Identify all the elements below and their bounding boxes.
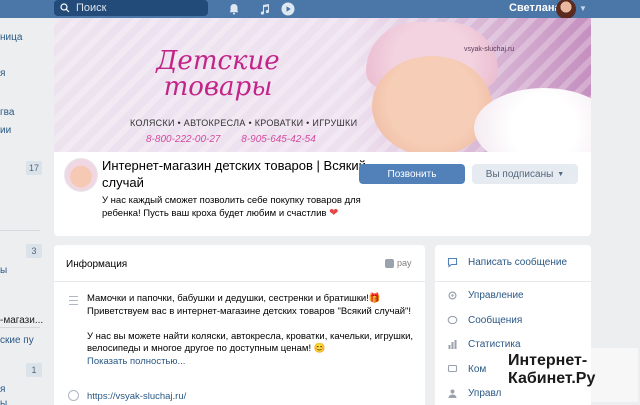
call-button[interactable]: Позвонить: [359, 164, 465, 184]
gear-icon: [448, 291, 457, 300]
menu-item-manage[interactable]: Управление: [447, 290, 524, 301]
show-more-link[interactable]: Показать полностью...: [87, 356, 415, 369]
nav-item[interactable]: ы: [0, 265, 7, 276]
info-heading: Информация: [66, 259, 128, 270]
vk-pay-badge[interactable]: pay: [385, 258, 412, 268]
subscribed-button[interactable]: Вы подписаны ▼: [472, 164, 578, 184]
nav-item[interactable]: ии: [0, 125, 11, 136]
divider: [435, 281, 591, 282]
baby-photo: [372, 56, 492, 152]
vk-icon: [385, 258, 394, 268]
page-title: Интернет-магазин детских товаров | Всяки…: [102, 158, 366, 190]
users-icon: [448, 389, 457, 398]
chevron-down-icon: ▼: [557, 170, 565, 178]
play-icon[interactable]: [280, 1, 296, 17]
user-name[interactable]: Светлана: [509, 2, 561, 14]
nav-item[interactable]: ница: [0, 32, 22, 43]
write-message-button[interactable]: Написать сообщение: [447, 257, 567, 268]
counter-badge: 1: [26, 363, 42, 377]
menu-item-comments[interactable]: Ком: [447, 364, 486, 375]
cover-categories: КОЛЯСКИ • АВТОКРЕСЛА • КРОВАТКИ • ИГРУШК…: [130, 118, 358, 128]
divider: [54, 281, 425, 282]
heart-icon: ❤: [329, 207, 339, 219]
cover-title: Детские товары: [156, 46, 280, 102]
comment-icon: [447, 364, 458, 373]
chart-icon: [448, 340, 457, 349]
description-icon: [69, 296, 79, 305]
website-link[interactable]: https://vsyak-sluchaj.ru/: [87, 391, 186, 402]
nav-item[interactable]: гва: [0, 107, 14, 118]
page-header: Интернет-магазин детских товаров | Всяки…: [54, 152, 591, 236]
avatar[interactable]: [556, 0, 576, 19]
globe-icon: [68, 390, 79, 401]
message-icon: [447, 257, 458, 268]
nav-item[interactable]: я: [0, 68, 5, 79]
cover-url: vsyak-sluchaj.ru: [464, 46, 515, 53]
cover-image: Детские товары КОЛЯСКИ • АВТОКРЕСЛА • КР…: [54, 18, 591, 152]
menu-item-messages[interactable]: Сообщения: [447, 315, 522, 326]
chat-icon: [447, 315, 458, 325]
counter-badge: 3: [26, 244, 42, 258]
info-description: Мамочки и папочки, бабушки и дедушки, се…: [87, 293, 415, 369]
search-placeholder: Поиск: [76, 2, 107, 14]
cover-phones: 8-800-222-00-27 8-905-645-42-54: [146, 134, 316, 145]
page-status: У нас каждый сможет позволить себе покуп…: [102, 195, 361, 219]
counter-badge: 17: [26, 161, 42, 175]
left-nav: ница я гва ии 17 3 ы -магази... ские пу …: [0, 18, 50, 405]
search-icon: [60, 3, 70, 13]
nav-item[interactable]: -магази...: [0, 315, 43, 326]
bell-icon[interactable]: [226, 1, 242, 17]
top-bar: Поиск Светлана ▼: [0, 0, 640, 19]
nav-divider: [0, 327, 40, 328]
search-input[interactable]: Поиск: [54, 0, 208, 16]
menu-item-manage-2[interactable]: Управл: [447, 388, 501, 399]
nav-item[interactable]: ы: [0, 398, 7, 405]
nav-item[interactable]: ские пу: [0, 335, 34, 346]
nav-item[interactable]: я: [0, 384, 5, 395]
music-icon[interactable]: [257, 1, 273, 17]
watermark: Интернет- Кабинет.Ру: [508, 352, 596, 387]
nav-divider: [0, 230, 40, 231]
group-avatar[interactable]: [64, 158, 98, 192]
info-block: Информация pay Мамочки и папочки, бабушк…: [54, 245, 425, 405]
chevron-down-icon[interactable]: ▼: [579, 4, 587, 13]
